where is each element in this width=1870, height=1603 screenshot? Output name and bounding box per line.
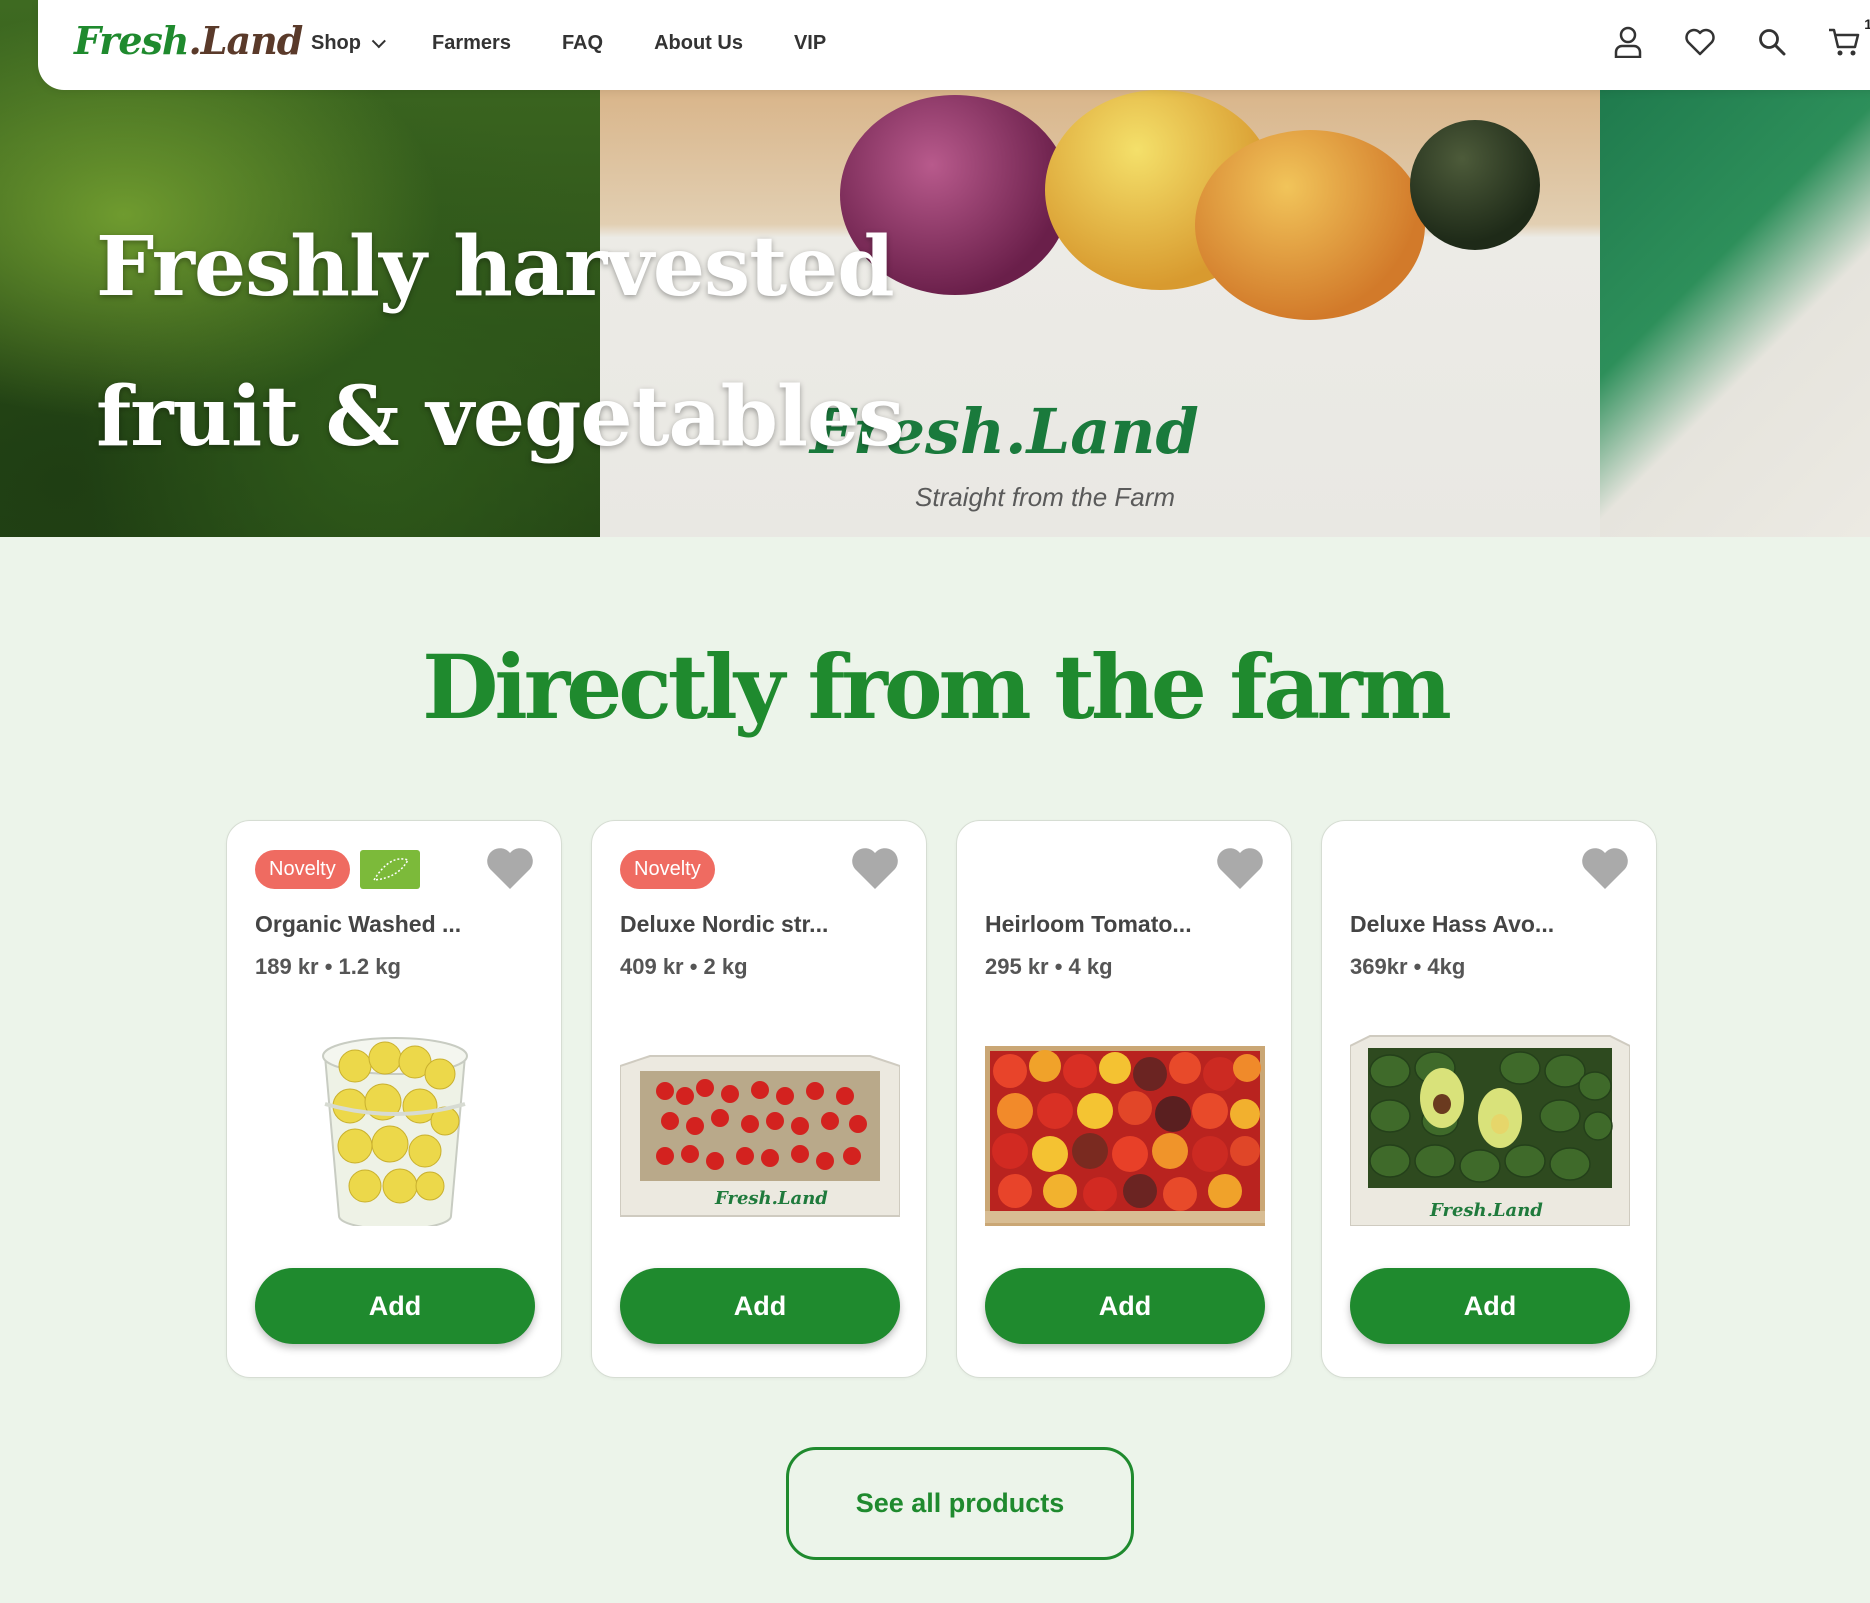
add-to-cart-button[interactable]: Add	[255, 1268, 535, 1344]
see-all-products-button[interactable]: See all products	[786, 1447, 1134, 1560]
nav-link-farmers[interactable]: Farmers	[432, 32, 511, 55]
product-name[interactable]: Deluxe Nordic str...	[620, 911, 910, 938]
nav-link-label: Shop	[311, 32, 361, 54]
favorite-heart-icon[interactable]	[485, 845, 535, 891]
nav-link-shop[interactable]: Shop	[311, 32, 386, 55]
product-grid: Novelty Organic Washed ... 189 kr • 1.2 …	[226, 820, 1657, 1378]
nav-icons: 1	[1608, 16, 1870, 62]
hero-line-1: Freshly harvested	[96, 219, 895, 315]
badges: Novelty	[255, 850, 420, 889]
logo-text-main: Fresh	[74, 18, 190, 63]
product-card[interactable]: Novelty Organic Washed ... 189 kr • 1.2 …	[226, 820, 562, 1378]
product-price-weight: 409 kr • 2 kg	[620, 954, 748, 979]
favorite-heart-icon[interactable]	[850, 845, 900, 891]
user-icon[interactable]	[1608, 22, 1648, 62]
crate-tagline: Straight from the Farm	[915, 482, 1176, 512]
avocado-image	[1410, 120, 1540, 250]
nav-link-vip[interactable]: VIP	[794, 32, 826, 55]
heart-icon[interactable]	[1680, 22, 1720, 62]
add-to-cart-button[interactable]: Add	[985, 1268, 1265, 1344]
product-price-weight: 295 kr • 4 kg	[985, 954, 1113, 979]
search-icon[interactable]	[1752, 22, 1792, 62]
hero-line-2: fruit & vegetables	[96, 369, 904, 465]
novelty-badge: Novelty	[255, 850, 350, 889]
box-logo: Fresh.Land	[1429, 1200, 1543, 1221]
add-to-cart-button[interactable]: Add	[620, 1268, 900, 1344]
top-navigation: Fresh.Land Shop Farmers FAQ About Us VIP…	[38, 0, 1870, 90]
product-card[interactable]: Novelty Deluxe Nordic str... 409 kr • 2 …	[591, 820, 927, 1378]
product-name[interactable]: Deluxe Hass Avo...	[1350, 911, 1640, 938]
novelty-badge: Novelty	[620, 850, 715, 889]
product-name[interactable]: Organic Washed ...	[255, 911, 545, 938]
site-logo[interactable]: Fresh.Land	[74, 18, 304, 63]
add-to-cart-button[interactable]: Add	[1350, 1268, 1630, 1344]
logo-text-suffix: .Land	[188, 18, 304, 63]
eu-organic-leaf-icon	[359, 850, 420, 889]
box-logo: Fresh.Land	[714, 1188, 828, 1209]
product-card[interactable]: Deluxe Hass Avo... 369kr • 4kg Fresh.Lan…	[1321, 820, 1657, 1378]
strawberries-box-image[interactable]: Fresh.Land	[619, 1026, 901, 1226]
hero-crate-side-image	[1600, 90, 1870, 537]
product-name[interactable]: Heirloom Tomato...	[985, 911, 1275, 938]
lemons-bucket-image[interactable]	[255, 1026, 535, 1231]
cart-count-badge: 1	[1864, 16, 1870, 32]
favorite-heart-icon[interactable]	[1580, 845, 1630, 891]
mango-image-2	[1195, 130, 1425, 320]
product-card[interactable]: Heirloom Tomato... 295 kr • 4 kg Add	[956, 820, 1292, 1378]
avocados-box-image[interactable]: Fresh.Land	[1349, 1026, 1631, 1227]
hero-headline: Freshly harvested fruit & vegetables	[96, 192, 904, 492]
cart-icon[interactable]: 1	[1824, 16, 1870, 62]
favorite-heart-icon[interactable]	[1215, 845, 1265, 891]
product-price-weight: 369kr • 4kg	[1350, 954, 1466, 979]
nav-links: Shop Farmers FAQ About Us VIP	[311, 32, 877, 55]
section-title: Directly from the farm	[422, 635, 1452, 739]
tomatoes-crate-image[interactable]	[985, 1026, 1265, 1226]
nav-link-faq[interactable]: FAQ	[562, 32, 603, 55]
chevron-down-icon	[371, 33, 386, 48]
badges: Novelty	[620, 850, 715, 889]
product-price-weight: 189 kr • 1.2 kg	[255, 954, 401, 979]
nav-link-about-us[interactable]: About Us	[654, 32, 743, 55]
